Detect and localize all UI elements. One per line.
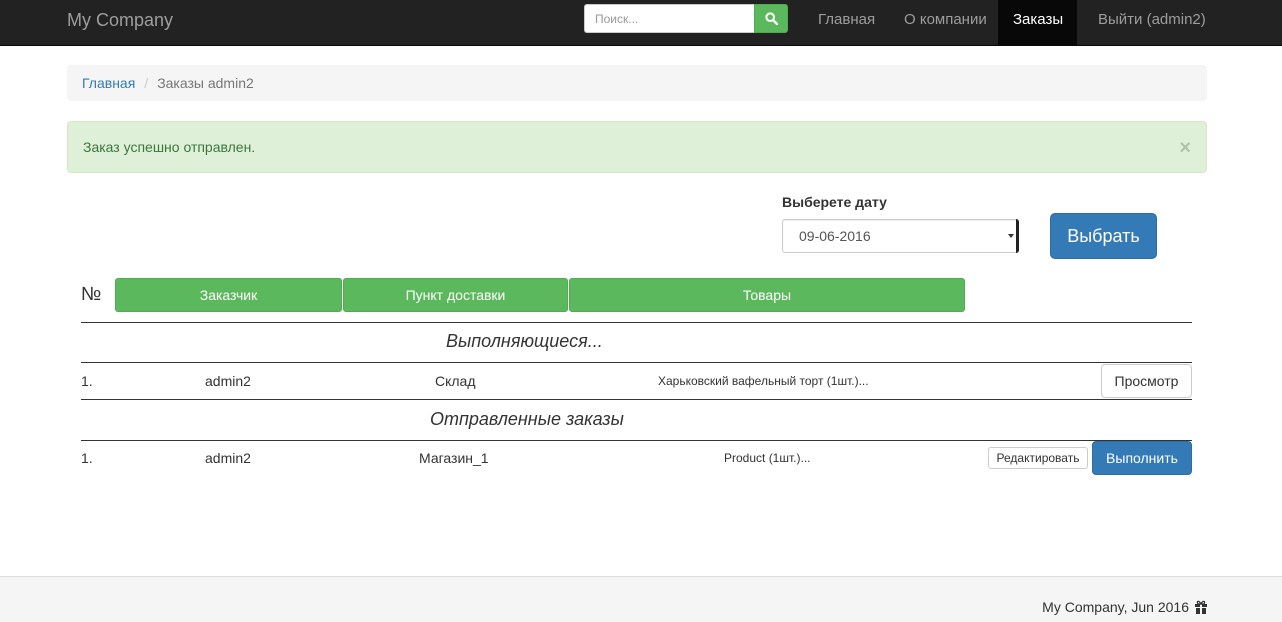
gift-icon bbox=[1195, 600, 1207, 614]
top-navbar: My Company Главная О компании Заказы Вый… bbox=[0, 0, 1282, 46]
footer: My Company, Jun 2016 bbox=[0, 576, 1282, 622]
edit-order-button[interactable]: Редактировать bbox=[988, 447, 1088, 469]
search-button[interactable] bbox=[754, 4, 788, 33]
row-goods: Product (1шт.)... bbox=[724, 451, 811, 465]
date-select-value: 09-06-2016 bbox=[799, 228, 871, 244]
row-customer: admin2 bbox=[205, 373, 251, 389]
row-goods: Харьковский вафельный торт (1шт.)... bbox=[658, 374, 869, 388]
nav-orders-link[interactable]: Заказы bbox=[998, 0, 1077, 45]
search-input[interactable] bbox=[584, 4, 754, 33]
row-number: 1. bbox=[81, 373, 93, 389]
divider bbox=[81, 362, 1192, 363]
divider bbox=[81, 399, 1192, 400]
date-label: Выберете дату bbox=[782, 194, 887, 210]
row-number: 1. bbox=[81, 450, 93, 466]
goods-column-header[interactable]: Товары bbox=[569, 278, 965, 312]
section-title-in-progress: Выполняющиеся... bbox=[446, 331, 603, 351]
section-title-sent: Отправленные заказы bbox=[430, 409, 624, 429]
nav-about-link[interactable]: О компании bbox=[889, 0, 1002, 40]
number-column-header: № bbox=[81, 284, 102, 305]
delivery-point-column-header[interactable]: Пункт доставки bbox=[343, 278, 568, 312]
alert-message: Заказ успешно отправлен. bbox=[83, 139, 256, 155]
date-select[interactable]: 09-06-2016 bbox=[782, 219, 1019, 253]
close-icon[interactable]: × bbox=[1179, 138, 1191, 158]
row-customer: admin2 bbox=[205, 450, 251, 466]
choose-date-button[interactable]: Выбрать bbox=[1050, 213, 1157, 259]
divider bbox=[81, 440, 1192, 441]
success-alert: Заказ успешно отправлен. × bbox=[67, 121, 1207, 173]
breadcrumb-separator: / bbox=[144, 75, 149, 91]
caret-down-icon bbox=[1008, 234, 1014, 238]
view-order-button[interactable]: Просмотр bbox=[1101, 364, 1192, 398]
execute-order-button[interactable]: Выполнить bbox=[1092, 441, 1192, 475]
nav-logout-link[interactable]: Выйти (admin2) bbox=[1083, 0, 1221, 40]
divider bbox=[81, 322, 1192, 323]
footer-text: My Company, Jun 2016 bbox=[1042, 599, 1189, 615]
breadcrumb-home-link[interactable]: Главная bbox=[82, 75, 135, 91]
breadcrumb-current: Заказы admin2 bbox=[157, 75, 254, 91]
search-icon bbox=[764, 12, 778, 25]
row-delivery-point: Магазин_1 bbox=[419, 450, 489, 466]
customer-column-header[interactable]: Заказчик bbox=[115, 278, 342, 312]
nav-home-link[interactable]: Главная bbox=[803, 0, 890, 40]
row-delivery-point: Склад bbox=[435, 373, 476, 389]
brand-logo[interactable]: My Company bbox=[67, 0, 173, 40]
breadcrumb: Главная / Заказы admin2 bbox=[67, 65, 1207, 101]
